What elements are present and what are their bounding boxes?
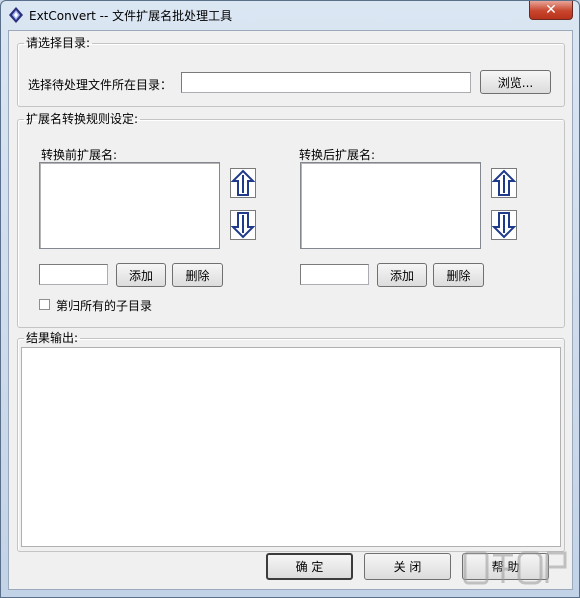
before-move-up-button[interactable] — [230, 168, 256, 198]
app-icon — [9, 7, 23, 23]
before-extension-list[interactable] — [39, 162, 220, 249]
directory-group-legend: 请选择目录: — [26, 36, 91, 50]
directory-path-input[interactable] — [181, 72, 471, 93]
window-title: ExtConvert -- 文件扩展名批处理工具 — [29, 9, 233, 23]
before-extension-input[interactable] — [39, 264, 108, 285]
after-move-down-button[interactable] — [491, 210, 517, 240]
after-extension-label: 转换后扩展名: — [299, 148, 376, 162]
arrow-down-icon — [231, 212, 255, 239]
arrow-up-icon — [492, 169, 516, 196]
client-area: 请选择目录: 选择待处理文件所在目录： 浏览... 扩展名转换规则设定: 转换前… — [8, 30, 573, 590]
arrow-up-icon — [231, 169, 255, 196]
before-add-button[interactable]: 添加 — [116, 263, 166, 287]
rules-group-legend: 扩展名转换规则设定: — [26, 112, 139, 126]
after-extension-input[interactable] — [300, 264, 369, 285]
before-move-down-button[interactable] — [230, 210, 256, 240]
browse-button[interactable]: 浏览... — [480, 70, 551, 94]
main-window: ExtConvert -- 文件扩展名批处理工具 ✕ 请选择目录: 选择待处理文… — [0, 0, 580, 598]
close-button[interactable]: 关 闭 — [364, 553, 451, 580]
ok-button[interactable]: 确 定 — [266, 553, 353, 580]
directory-label: 选择待处理文件所在目录： — [28, 78, 173, 92]
arrow-down-icon — [492, 212, 516, 239]
watermark-logo — [463, 551, 567, 585]
result-output-area[interactable] — [21, 347, 561, 547]
title-bar[interactable]: ExtConvert -- 文件扩展名批处理工具 ✕ — [1, 1, 579, 29]
after-add-button[interactable]: 添加 — [377, 263, 427, 287]
after-delete-button[interactable]: 删除 — [433, 263, 484, 287]
window-close-button[interactable]: ✕ — [529, 1, 573, 20]
after-move-up-button[interactable] — [491, 168, 517, 198]
before-delete-button[interactable]: 删除 — [172, 263, 223, 287]
recursive-subdirectories-checkbox[interactable] — [39, 299, 50, 310]
output-group-legend: 结果输出: — [26, 331, 79, 345]
before-extension-label: 转换前扩展名: — [41, 148, 118, 162]
recursive-subdirectories-label: 第归所有的子目录 — [56, 299, 153, 313]
after-extension-list[interactable] — [300, 162, 481, 249]
